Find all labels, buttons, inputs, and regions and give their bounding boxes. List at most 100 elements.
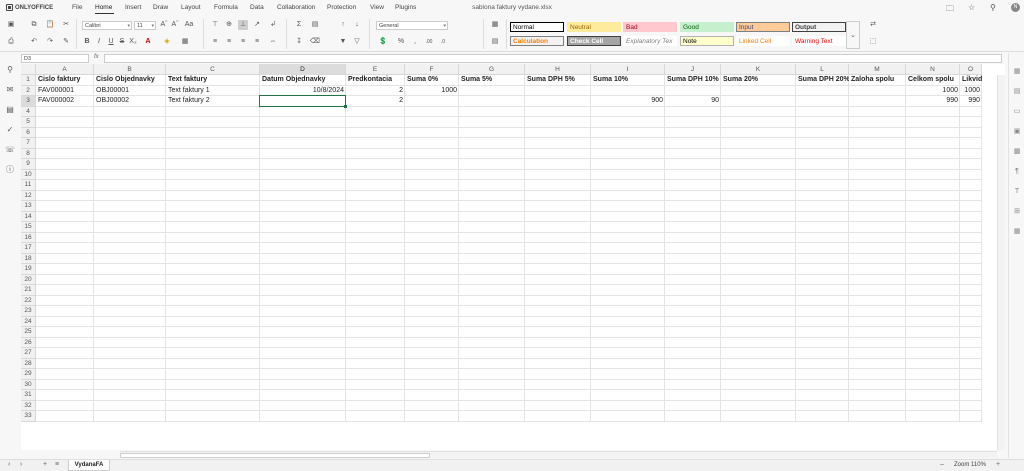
table-cell[interactable]: Text faktury 1	[166, 86, 260, 97]
row-header[interactable]: 15	[21, 222, 36, 233]
table-cell[interactable]: 90	[665, 96, 721, 107]
header-cell[interactable]: Suma 5%	[459, 75, 525, 86]
open-location-icon[interactable]: 🗀	[946, 3, 954, 17]
accounting-format-icon[interactable]: 💲	[378, 37, 388, 47]
decrease-decimal-icon[interactable]: .00	[424, 37, 434, 47]
zoom-out-icon[interactable]: –	[940, 461, 944, 468]
row-header[interactable]: 9	[21, 159, 36, 170]
chat-icon[interactable]: ▤	[5, 105, 15, 115]
clear-filter-icon[interactable]: ▽	[352, 37, 362, 47]
sort-ascending-icon[interactable]: ↑	[338, 20, 348, 30]
row-header[interactable]: 20	[21, 274, 36, 285]
cell-style-good[interactable]: Good	[680, 22, 734, 32]
underline-icon[interactable]: U	[106, 37, 116, 47]
table-cell[interactable]: 990	[906, 96, 960, 107]
column-header-l[interactable]: L	[796, 64, 849, 75]
column-header-c[interactable]: C	[166, 64, 260, 75]
fill-icon[interactable]: ↧	[294, 37, 304, 47]
name-box[interactable]: D3	[21, 54, 89, 63]
wrap-text-icon[interactable]: ↲	[268, 20, 278, 30]
user-avatar[interactable]: N	[1011, 3, 1020, 12]
align-top-icon[interactable]: ⊤	[210, 20, 220, 30]
row-header[interactable]: 29	[21, 369, 36, 380]
header-cell[interactable]: Suma DPH 10%	[665, 75, 721, 86]
text-art-settings-icon[interactable]: T	[1012, 187, 1022, 197]
row-header[interactable]: 8	[21, 148, 36, 159]
redo-icon[interactable]: ↷	[45, 37, 55, 47]
text-orientation-icon[interactable]: ↗	[252, 20, 262, 30]
row-header[interactable]: 4	[21, 106, 36, 117]
table-cell[interactable]: 2	[346, 86, 405, 97]
table-cell[interactable]: OBJ00001	[94, 86, 166, 97]
cell-style-bad[interactable]: Bad	[623, 22, 677, 32]
number-format-select[interactable]: General ▾	[376, 21, 448, 30]
column-header-n[interactable]: N	[906, 64, 960, 75]
table-cell[interactable]: Text faktury 2	[166, 96, 260, 107]
sort-descending-icon[interactable]: ↓	[352, 20, 362, 30]
row-header[interactable]: 13	[21, 201, 36, 212]
zoom-in-icon[interactable]: +	[996, 461, 1000, 468]
cell-style-warning-text[interactable]: Warning Text	[792, 36, 846, 46]
decrease-font-icon[interactable]: Aˇ	[170, 20, 180, 30]
borders-icon[interactable]: ▦	[180, 37, 190, 47]
row-header[interactable]: 3	[21, 96, 36, 107]
cell-settings-icon[interactable]: ▦	[1012, 67, 1022, 77]
row-header[interactable]: 25	[21, 327, 36, 338]
column-header-i[interactable]: I	[591, 64, 665, 75]
undo-icon[interactable]: ↶	[29, 37, 39, 47]
menu-data[interactable]: Data	[250, 4, 264, 11]
row-header[interactable]: 18	[21, 253, 36, 264]
chart-settings-icon[interactable]: ▩	[1012, 147, 1022, 157]
strikethrough-icon[interactable]: S	[117, 37, 127, 47]
align-bottom-icon[interactable]: ⊥	[238, 20, 248, 30]
menu-view[interactable]: View	[370, 4, 384, 11]
comma-style-icon[interactable]: ‚	[410, 37, 420, 47]
column-header-o[interactable]: O	[960, 64, 982, 75]
menu-layout[interactable]: Layout	[181, 4, 201, 11]
save-icon[interactable]: ▣	[6, 20, 16, 30]
about-icon[interactable]: ⓘ	[5, 165, 15, 175]
row-header[interactable]: 24	[21, 316, 36, 327]
table-cell[interactable]: OBJ00002	[94, 96, 166, 107]
column-header-b[interactable]: B	[94, 64, 166, 75]
row-header[interactable]: 21	[21, 285, 36, 296]
format-painter-icon[interactable]: ✎	[61, 37, 71, 47]
table-cell[interactable]: 2	[346, 96, 405, 107]
header-cell[interactable]: Datum Objednavky	[260, 75, 346, 86]
header-cell[interactable]: Predkontacia	[346, 75, 405, 86]
increase-font-icon[interactable]: Aˆ	[159, 20, 169, 30]
paste-icon[interactable]: 📋	[45, 20, 55, 30]
header-cell[interactable]: Cislo Objednavky	[94, 75, 166, 86]
subscript-icon[interactable]: X₂	[128, 37, 138, 47]
row-header[interactable]: 5	[21, 117, 36, 128]
styles-expand-chevron-icon[interactable]: ⌄	[846, 21, 860, 49]
slicer-settings-icon[interactable]: ▦	[1012, 227, 1022, 237]
favorite-star-icon[interactable]: ☆	[968, 3, 975, 12]
table-cell[interactable]: 990	[960, 96, 982, 107]
feedback-icon[interactable]: ☏	[5, 145, 15, 155]
merge-cells-icon[interactable]: ⇔	[268, 37, 278, 47]
header-cell[interactable]: Cislo faktury	[36, 75, 94, 86]
column-header-j[interactable]: J	[665, 64, 721, 75]
table-cell[interactable]: 1000	[405, 86, 459, 97]
row-header[interactable]: 14	[21, 211, 36, 222]
italic-icon[interactable]: I	[94, 37, 104, 47]
row-header[interactable]: 6	[21, 127, 36, 138]
table-cell[interactable]: 1000	[960, 86, 982, 97]
image-settings-icon[interactable]: ▣	[1012, 127, 1022, 137]
menu-file[interactable]: File	[72, 4, 82, 11]
row-header[interactable]: 27	[21, 348, 36, 359]
menu-draw[interactable]: Draw	[153, 4, 168, 11]
last-sheet-icon[interactable]: ›	[20, 461, 22, 468]
bold-icon[interactable]: B	[82, 37, 92, 47]
header-cell[interactable]: Zaloha spolu	[849, 75, 906, 86]
align-middle-icon[interactable]: ⊕	[224, 20, 234, 30]
row-header[interactable]: 7	[21, 138, 36, 149]
print-icon[interactable]: ⎙	[6, 37, 16, 47]
pivot-settings-icon[interactable]: ⊞	[1012, 207, 1022, 217]
cell-style-note[interactable]: Note	[680, 36, 734, 46]
column-header-f[interactable]: F	[405, 64, 459, 75]
align-center-icon[interactable]: ≡	[224, 37, 234, 47]
select-all-corner[interactable]	[21, 64, 36, 75]
header-cell[interactable]: Suma DPH 20%	[796, 75, 849, 86]
